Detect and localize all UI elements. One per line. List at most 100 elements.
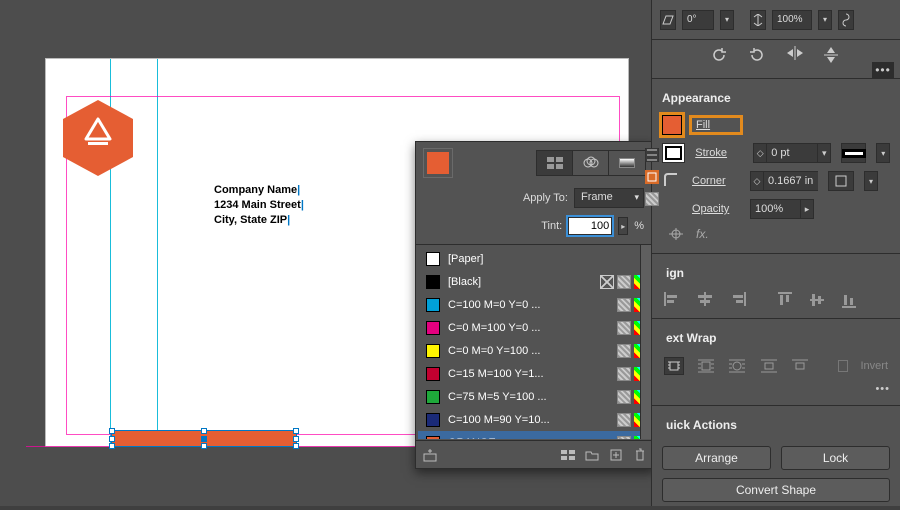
rotate-ccw-icon[interactable]: [748, 46, 766, 64]
hatch-icon: [617, 436, 631, 440]
align-row: [652, 286, 900, 314]
opacity-label[interactable]: Opacity: [692, 203, 740, 215]
swatch-chip: [426, 298, 440, 312]
apply-to-select[interactable]: Frame: [574, 188, 644, 208]
fill-label[interactable]: Fill: [692, 118, 740, 132]
stroke-weight-input[interactable]: ◇0 pt▾: [753, 143, 831, 163]
quick-actions-title: uick Actions: [652, 410, 900, 438]
hatch-icon: [617, 367, 631, 381]
caret-icon[interactable]: ▾: [876, 143, 890, 163]
add-icon[interactable]: [608, 447, 624, 463]
align-center-v-icon[interactable]: [810, 292, 830, 308]
swatch-chip: [426, 252, 440, 266]
align-title: ign: [652, 258, 900, 286]
caret-icon[interactable]: ▾: [818, 10, 832, 30]
guide-vertical: [157, 59, 158, 446]
transform-icon-row: [652, 40, 900, 74]
convert-shape-button[interactable]: Convert Shape: [662, 478, 890, 502]
align-center-h-icon[interactable]: [696, 292, 716, 308]
swatch-item[interactable]: C=75 M=5 Y=100 ...: [418, 385, 652, 408]
selected-rectangle[interactable]: [111, 430, 297, 447]
corner-input[interactable]: ◇0.1667 in: [750, 171, 818, 191]
opacity-input[interactable]: 100%▸: [750, 199, 814, 219]
swatch-item[interactable]: C=15 M=100 Y=1...: [418, 362, 652, 385]
align-bottom-icon[interactable]: [842, 292, 862, 308]
icon[interactable]: [645, 170, 659, 184]
corner-chip[interactable]: [662, 171, 682, 191]
wrap-shape-icon[interactable]: [727, 357, 747, 375]
align-right-icon[interactable]: [728, 292, 748, 308]
swatch-view-tabs: [536, 150, 646, 176]
swatch-chip: [426, 436, 440, 440]
invert-checkbox[interactable]: [838, 360, 849, 372]
apply-to-label: Apply To:: [523, 192, 568, 204]
fill-chip[interactable]: [662, 115, 682, 135]
caret-icon[interactable]: ▾: [864, 171, 878, 191]
tint-unit: %: [634, 220, 644, 232]
swatch-name: C=75 M=5 Y=100 ...: [448, 391, 609, 403]
rotate-cw-icon[interactable]: [710, 46, 728, 64]
wrap-bounding-icon[interactable]: [696, 357, 716, 375]
flip-vertical-icon[interactable]: [824, 46, 842, 64]
swatch-grid-tab[interactable]: [537, 151, 573, 175]
company-addr2: City, State ZIP: [214, 214, 287, 226]
company-text-frame[interactable]: Company Name| 1234 Main Street| City, St…: [214, 183, 304, 228]
align-top-icon[interactable]: [778, 292, 798, 308]
fx-label[interactable]: fx.: [696, 227, 709, 241]
swatch-item[interactable]: C=100 M=90 Y=10...: [418, 408, 652, 431]
swatch-name: C=100 M=0 Y=0 ...: [448, 299, 609, 311]
corner-label[interactable]: Corner: [692, 175, 740, 187]
swatch-color-tab[interactable]: [573, 151, 609, 175]
icon[interactable]: [645, 148, 659, 162]
stroke-label[interactable]: Stroke: [695, 147, 743, 159]
hatch-icon: [617, 413, 631, 427]
swatch-item[interactable]: [Paper]: [418, 247, 652, 270]
swatch-gradient-tab[interactable]: [609, 151, 645, 175]
flip-v-icon[interactable]: [750, 10, 766, 30]
swatch-name: C=0 M=0 Y=100 ...: [448, 345, 609, 357]
caret-icon[interactable]: ▾: [720, 10, 734, 30]
swatches-footer: [416, 440, 654, 468]
wrap-jump-next-icon[interactable]: [790, 357, 810, 375]
new-folder-icon[interactable]: [584, 447, 600, 463]
new-swatch-icon[interactable]: [422, 447, 438, 463]
overlay-icons: [651, 0, 661, 206]
panel-menu-icon[interactable]: •••: [872, 62, 894, 78]
link-icon[interactable]: [838, 10, 854, 30]
panel-menu-icon[interactable]: •••: [875, 383, 890, 395]
swatch-item[interactable]: C=0 M=0 Y=100 ...: [418, 339, 652, 362]
hatch-icon: [617, 298, 631, 312]
stroke-style-chip[interactable]: [841, 143, 866, 163]
swatch-chip: [426, 390, 440, 404]
swatch-item[interactable]: [Black]: [418, 270, 652, 293]
stroke-chip[interactable]: [662, 143, 685, 163]
align-left-icon[interactable]: [664, 292, 684, 308]
shear-field[interactable]: 0°: [682, 10, 714, 30]
tint-stepper[interactable]: ▸: [618, 217, 628, 235]
shear-icon[interactable]: [660, 10, 676, 30]
swatch-list: [Paper][Black] C=100 M=0 Y=0 ... C=0 M=100…: [416, 244, 654, 439]
corner-style-chip[interactable]: [828, 171, 854, 191]
swatch-item[interactable]: ORANGE: [418, 431, 652, 439]
arrange-button[interactable]: Arrange: [662, 446, 771, 470]
text-wrap-row: Invert: [652, 351, 900, 381]
properties-panel: 0° ▾ 100% ▾ ••• Appearance Fill Stroke ◇…: [651, 0, 900, 506]
swatches-panel[interactable]: Apply To: Frame Tint: ▸ % [Paper][Black]…: [415, 141, 655, 469]
footer-icon[interactable]: [560, 447, 576, 463]
swatch-chip: [426, 413, 440, 427]
appearance-title: Appearance: [652, 83, 900, 111]
swatch-item[interactable]: C=100 M=0 Y=0 ...: [418, 293, 652, 316]
wrap-none-icon[interactable]: [664, 357, 684, 375]
tint-input[interactable]: [568, 217, 612, 235]
trash-icon[interactable]: [632, 447, 648, 463]
current-fill-chip[interactable]: [424, 149, 452, 177]
wrap-jump-icon[interactable]: [759, 357, 779, 375]
flip-horizontal-icon[interactable]: [786, 46, 804, 64]
scale-field[interactable]: 100%: [772, 10, 812, 30]
lock-button[interactable]: Lock: [781, 446, 890, 470]
fx-target-icon[interactable]: [668, 227, 684, 241]
textwrap-title: ext Wrap: [652, 323, 900, 351]
swatch-name: C=100 M=90 Y=10...: [448, 414, 609, 426]
icon[interactable]: [645, 192, 659, 206]
swatch-item[interactable]: C=0 M=100 Y=0 ...: [418, 316, 652, 339]
